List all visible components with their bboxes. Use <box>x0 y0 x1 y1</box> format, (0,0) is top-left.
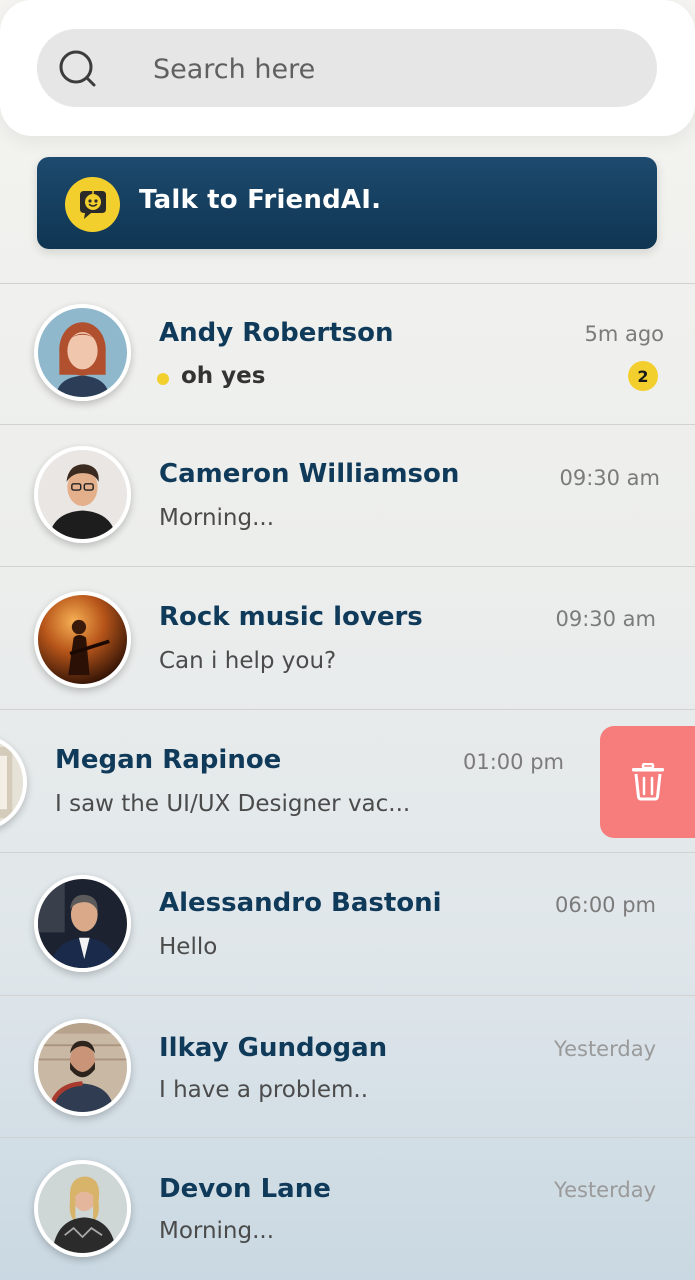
chat-item[interactable]: Andy Robertson 5m ago oh yes 2 <box>0 284 695 426</box>
chat-time: 09:30 am <box>555 607 656 631</box>
chat-name: Megan Rapinoe <box>55 745 282 775</box>
chat-item[interactable]: Rock music lovers 09:30 am Can i help yo… <box>0 567 695 709</box>
chat-time: 06:00 pm <box>555 893 656 917</box>
unread-indicator <box>157 373 169 385</box>
search-input[interactable] <box>153 49 633 89</box>
delete-button[interactable] <box>600 726 695 838</box>
chat-list-screen: Talk to FriendAI. Andy Robertson 5m ago … <box>0 0 695 1280</box>
header <box>0 0 695 136</box>
search-icon <box>59 50 96 87</box>
search-bar[interactable] <box>37 29 657 107</box>
chat-message: oh yes <box>181 363 266 389</box>
avatar <box>34 875 131 972</box>
chat-message: Can i help you? <box>159 648 337 674</box>
chat-message: Hello <box>159 934 218 960</box>
ai-chat-icon <box>65 177 120 232</box>
chat-name: Devon Lane <box>159 1174 331 1204</box>
chat-time: Yesterday <box>554 1178 656 1202</box>
chat-item-swiped[interactable]: Megan Rapinoe 01:00 pm I saw the UI/UX D… <box>0 710 695 852</box>
chat-time: 09:30 am <box>559 466 660 490</box>
chat-item[interactable]: Devon Lane Yesterday Morning... <box>0 1138 695 1280</box>
avatar <box>0 734 27 831</box>
chat-name: Cameron Williamson <box>159 459 460 489</box>
avatar <box>34 1019 131 1116</box>
unread-count-badge: 2 <box>628 361 658 391</box>
chat-time: Yesterday <box>554 1037 656 1061</box>
avatar <box>34 446 131 543</box>
chat-name: Andy Robertson <box>159 318 394 348</box>
chat-message: I saw the UI/UX Designer vac... <box>55 791 411 817</box>
chat-item[interactable]: Cameron Williamson 09:30 am Morning... <box>0 425 695 567</box>
chat-message: I have a problem.. <box>159 1077 369 1103</box>
chat-item[interactable]: Ilkay Gundogan Yesterday I have a proble… <box>0 996 695 1138</box>
chat-time: 5m ago <box>584 322 664 346</box>
chat-name: Rock music lovers <box>159 602 423 632</box>
avatar <box>34 591 131 688</box>
avatar <box>34 1160 131 1257</box>
trash-icon <box>631 763 664 801</box>
chat-item[interactable]: Alessandro Bastoni 06:00 pm Hello <box>0 853 695 995</box>
chat-message: Morning... <box>159 1218 275 1244</box>
friendai-banner[interactable]: Talk to FriendAI. <box>37 157 657 249</box>
chat-name: Ilkay Gundogan <box>159 1033 388 1063</box>
avatar <box>34 304 131 401</box>
chat-time: 01:00 pm <box>463 750 564 774</box>
chat-name: Alessandro Bastoni <box>159 888 442 918</box>
friendai-label: Talk to FriendAI. <box>139 185 382 215</box>
chat-message: Morning... <box>159 505 275 531</box>
